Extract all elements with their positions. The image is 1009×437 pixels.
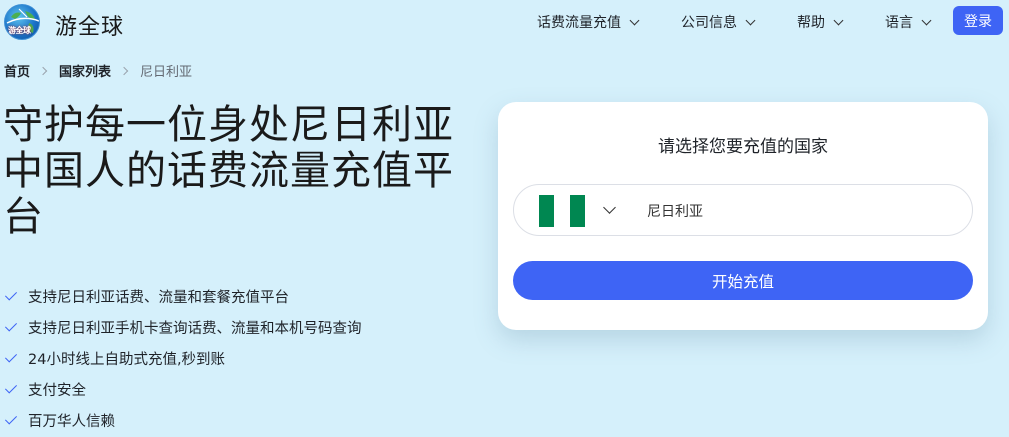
flag-stripe-left <box>539 195 555 227</box>
check-icon <box>4 319 18 332</box>
feature-text: 支持尼日利亚手机卡查询话费、流量和本机号码查询 <box>28 321 362 337</box>
list-item: 支持尼日利亚手机卡查询话费、流量和本机号码查询 <box>4 312 362 343</box>
chevron-down-icon <box>629 15 640 25</box>
feature-text: 24小时线上自助式充值,秒到账 <box>28 352 226 368</box>
start-recharge-button[interactable]: 开始充值 <box>513 261 973 300</box>
check-icon <box>4 412 18 425</box>
list-item: 支付安全 <box>4 374 362 405</box>
chevron-down-icon <box>921 15 932 25</box>
flag-stripe-right <box>569 195 585 227</box>
chevron-down-icon <box>833 15 844 25</box>
breadcrumb-countries[interactable]: 国家列表 <box>59 61 111 80</box>
list-item: 百万华人信赖 <box>4 405 362 436</box>
card-title: 请选择您要充值的国家 <box>658 137 828 157</box>
nav-recharge-label: 话费流量充值 <box>537 15 621 31</box>
nav-help[interactable]: 帮助 <box>797 12 844 32</box>
list-item: 支持尼日利亚话费、流量和套餐充值平台 <box>4 281 362 312</box>
breadcrumb: 首页 国家列表 尼日利亚 <box>4 61 192 80</box>
feature-text: 百万华人信赖 <box>28 414 115 430</box>
list-item: 24小时线上自助式充值,秒到账 <box>4 343 362 374</box>
check-icon <box>4 350 18 363</box>
nigeria-flag-icon <box>539 195 585 227</box>
nav-language-label: 语言 <box>885 15 913 31</box>
chevron-right-icon <box>119 66 129 75</box>
flag-stripe-middle <box>554 195 570 227</box>
breadcrumb-home[interactable]: 首页 <box>4 61 30 80</box>
chevron-right-icon <box>38 66 48 75</box>
logo-text: 游全球 <box>8 26 31 35</box>
nav-help-label: 帮助 <box>797 15 825 31</box>
nav-language[interactable]: 语言 <box>885 12 932 32</box>
login-button[interactable]: 登录 <box>953 6 1003 35</box>
brand-name[interactable]: 游全球 <box>55 9 124 41</box>
globe-logo-icon[interactable]: 游全球 <box>4 4 40 40</box>
recharge-card: 请选择您要充值的国家 尼日利亚 开始充值 <box>498 102 988 330</box>
country-select[interactable]: 尼日利亚 <box>513 184 973 236</box>
feature-text: 支付安全 <box>28 383 86 399</box>
site-header: 游全球 游全球 话费流量充值 公司信息 帮助 语言 登录 <box>0 0 1009 44</box>
page-title: 守护每一位身处尼日利亚中国人的话费流量充值平台 <box>3 102 454 240</box>
nav-company[interactable]: 公司信息 <box>681 12 756 32</box>
feature-list: 支持尼日利亚话费、流量和套餐充值平台 支持尼日利亚手机卡查询话费、流量和本机号码… <box>4 281 362 436</box>
selected-country: 尼日利亚 <box>647 204 703 220</box>
nav-recharge[interactable]: 话费流量充值 <box>537 12 640 32</box>
breadcrumb-current: 尼日利亚 <box>140 65 193 80</box>
check-icon <box>4 288 18 301</box>
nav-company-label: 公司信息 <box>681 15 737 31</box>
chevron-down-icon <box>745 15 756 25</box>
feature-text: 支持尼日利亚话费、流量和套餐充值平台 <box>28 290 289 306</box>
check-icon <box>4 381 18 394</box>
chevron-down-icon[interactable] <box>603 201 616 214</box>
